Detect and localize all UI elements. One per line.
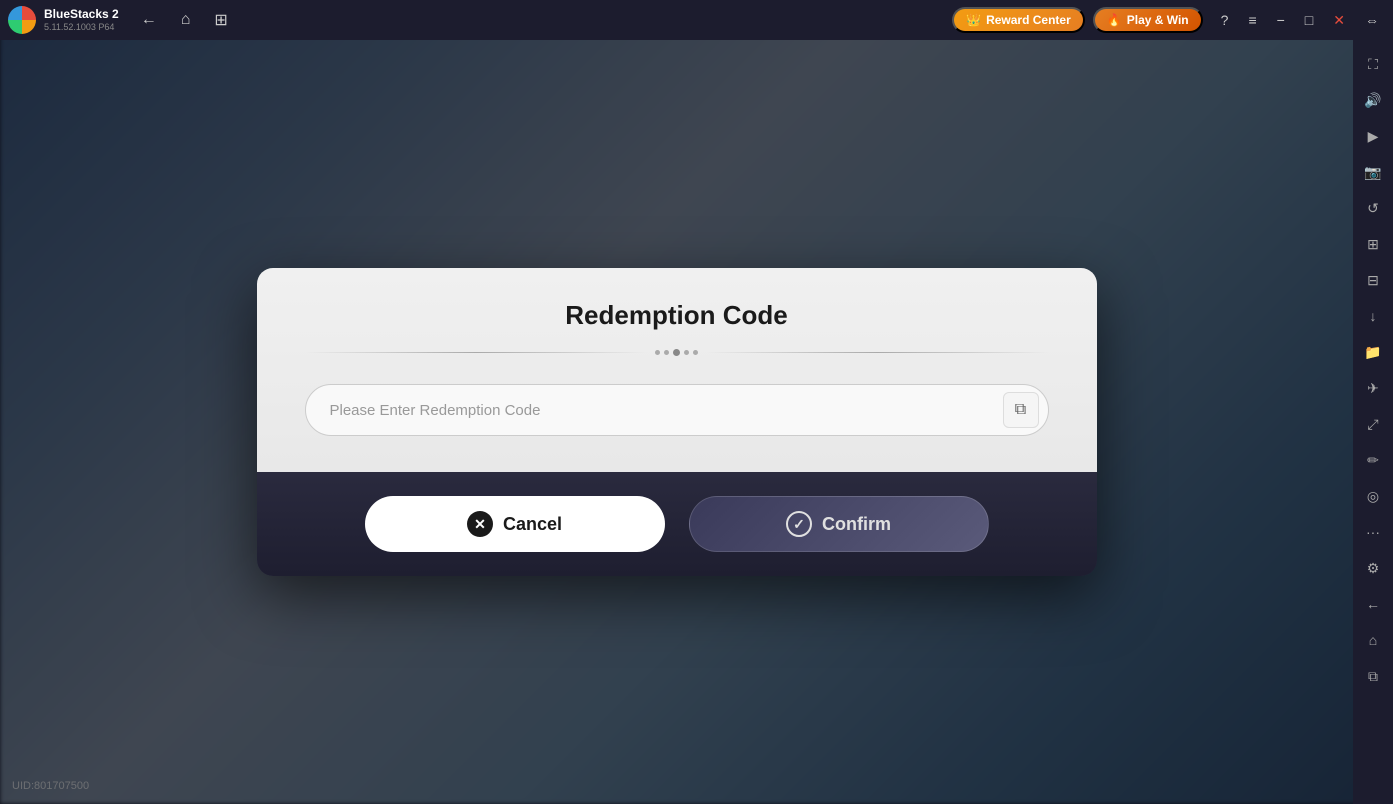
bluestacks-logo: [8, 6, 36, 34]
app-name: BlueStacks 2: [44, 7, 119, 21]
titlebar-right-buttons: ? ≡ − □ ✕ ⇔: [1215, 9, 1385, 32]
paste-button[interactable]: ⧉: [1003, 392, 1039, 428]
home2-icon[interactable]: ⌂: [1357, 624, 1389, 656]
cancel-icon: ✕: [467, 511, 493, 537]
divider-dot-2: [664, 350, 669, 355]
multi-nav-button[interactable]: ⊞: [208, 8, 233, 32]
reward-center-button[interactable]: 👑 Reward Center: [952, 7, 1085, 33]
confirm-button[interactable]: ✓ Confirm: [689, 496, 989, 552]
settings-icon[interactable]: ⚙: [1357, 552, 1389, 584]
restore-button[interactable]: □: [1299, 9, 1319, 31]
timer-icon[interactable]: ⊞: [1357, 228, 1389, 260]
right-sidebar: ⛶ 🔊 ▶ 📷 ↺ ⊞ ⊟ ↓ 📁 ✈ ⤢ ✏ ◎ ··· ⚙ ← ⌂ ⧉: [1353, 40, 1393, 804]
pin-icon[interactable]: ◎: [1357, 480, 1389, 512]
divider-line-left: [305, 352, 648, 353]
confirm-icon: ✓: [786, 511, 812, 537]
back-nav-button[interactable]: ←: [135, 9, 163, 31]
screenshot-icon[interactable]: 📷: [1357, 156, 1389, 188]
play-icon: 🔥: [1107, 13, 1122, 27]
recent-icon[interactable]: ⧉: [1357, 660, 1389, 692]
redemption-modal: Redemption Code ⧉: [257, 268, 1097, 576]
divider-dot-4: [693, 350, 698, 355]
app-info: BlueStacks 2 5.11.52.1003 P64: [44, 7, 119, 32]
paste-icon: ⧉: [1015, 401, 1026, 419]
input-container: ⧉: [305, 384, 1049, 436]
fullscreen-icon[interactable]: ⛶: [1357, 48, 1389, 80]
close-button[interactable]: ✕: [1327, 9, 1351, 32]
reward-label: Reward Center: [986, 13, 1071, 27]
redemption-code-input[interactable]: [305, 384, 1049, 436]
titlebar: BlueStacks 2 5.11.52.1003 P64 ← ⌂ ⊞ 👑 Re…: [0, 0, 1393, 40]
divider-dot-1: [655, 350, 660, 355]
reward-icon: 👑: [966, 13, 981, 27]
cancel-label: Cancel: [503, 514, 562, 535]
menu-button[interactable]: ≡: [1242, 9, 1262, 31]
modal-title: Redemption Code: [305, 300, 1049, 331]
modal-divider: [305, 349, 1049, 356]
modal-top-section: Redemption Code ⧉: [257, 268, 1097, 472]
divider-dot-center: [673, 349, 680, 356]
expand-button[interactable]: ⇔: [1359, 9, 1385, 31]
play-win-label: Play & Win: [1127, 13, 1189, 27]
back2-icon[interactable]: ←: [1357, 588, 1389, 620]
titlebar-center-buttons: 👑 Reward Center 🔥 Play & Win: [952, 7, 1203, 33]
volume-icon[interactable]: 🔊: [1357, 84, 1389, 116]
more-icon[interactable]: ···: [1357, 516, 1389, 548]
download-icon[interactable]: ↓: [1357, 300, 1389, 332]
help-button[interactable]: ?: [1215, 9, 1235, 31]
divider-dots: [655, 349, 698, 356]
modal-overlay: Redemption Code ⧉: [0, 40, 1353, 804]
app-version: 5.11.52.1003 P64: [44, 22, 119, 33]
modal-bottom-section: ✕ Cancel ✓ Confirm: [257, 472, 1097, 576]
confirm-label: Confirm: [822, 514, 891, 535]
divider-line-right: [706, 352, 1049, 353]
airplane-icon[interactable]: ✈: [1357, 372, 1389, 404]
resize-icon[interactable]: ⤢: [1357, 408, 1389, 440]
video-icon[interactable]: ▶: [1357, 120, 1389, 152]
titlebar-nav: ← ⌂ ⊞: [135, 8, 234, 32]
divider-dot-3: [684, 350, 689, 355]
rotate-icon[interactable]: ↺: [1357, 192, 1389, 224]
folder-icon[interactable]: 📁: [1357, 336, 1389, 368]
brush-icon[interactable]: ✏: [1357, 444, 1389, 476]
apps-icon[interactable]: ⊟: [1357, 264, 1389, 296]
minimize-button[interactable]: −: [1271, 9, 1291, 31]
cancel-button[interactable]: ✕ Cancel: [365, 496, 665, 552]
play-win-button[interactable]: 🔥 Play & Win: [1093, 7, 1203, 33]
home-nav-button[interactable]: ⌂: [175, 9, 197, 31]
